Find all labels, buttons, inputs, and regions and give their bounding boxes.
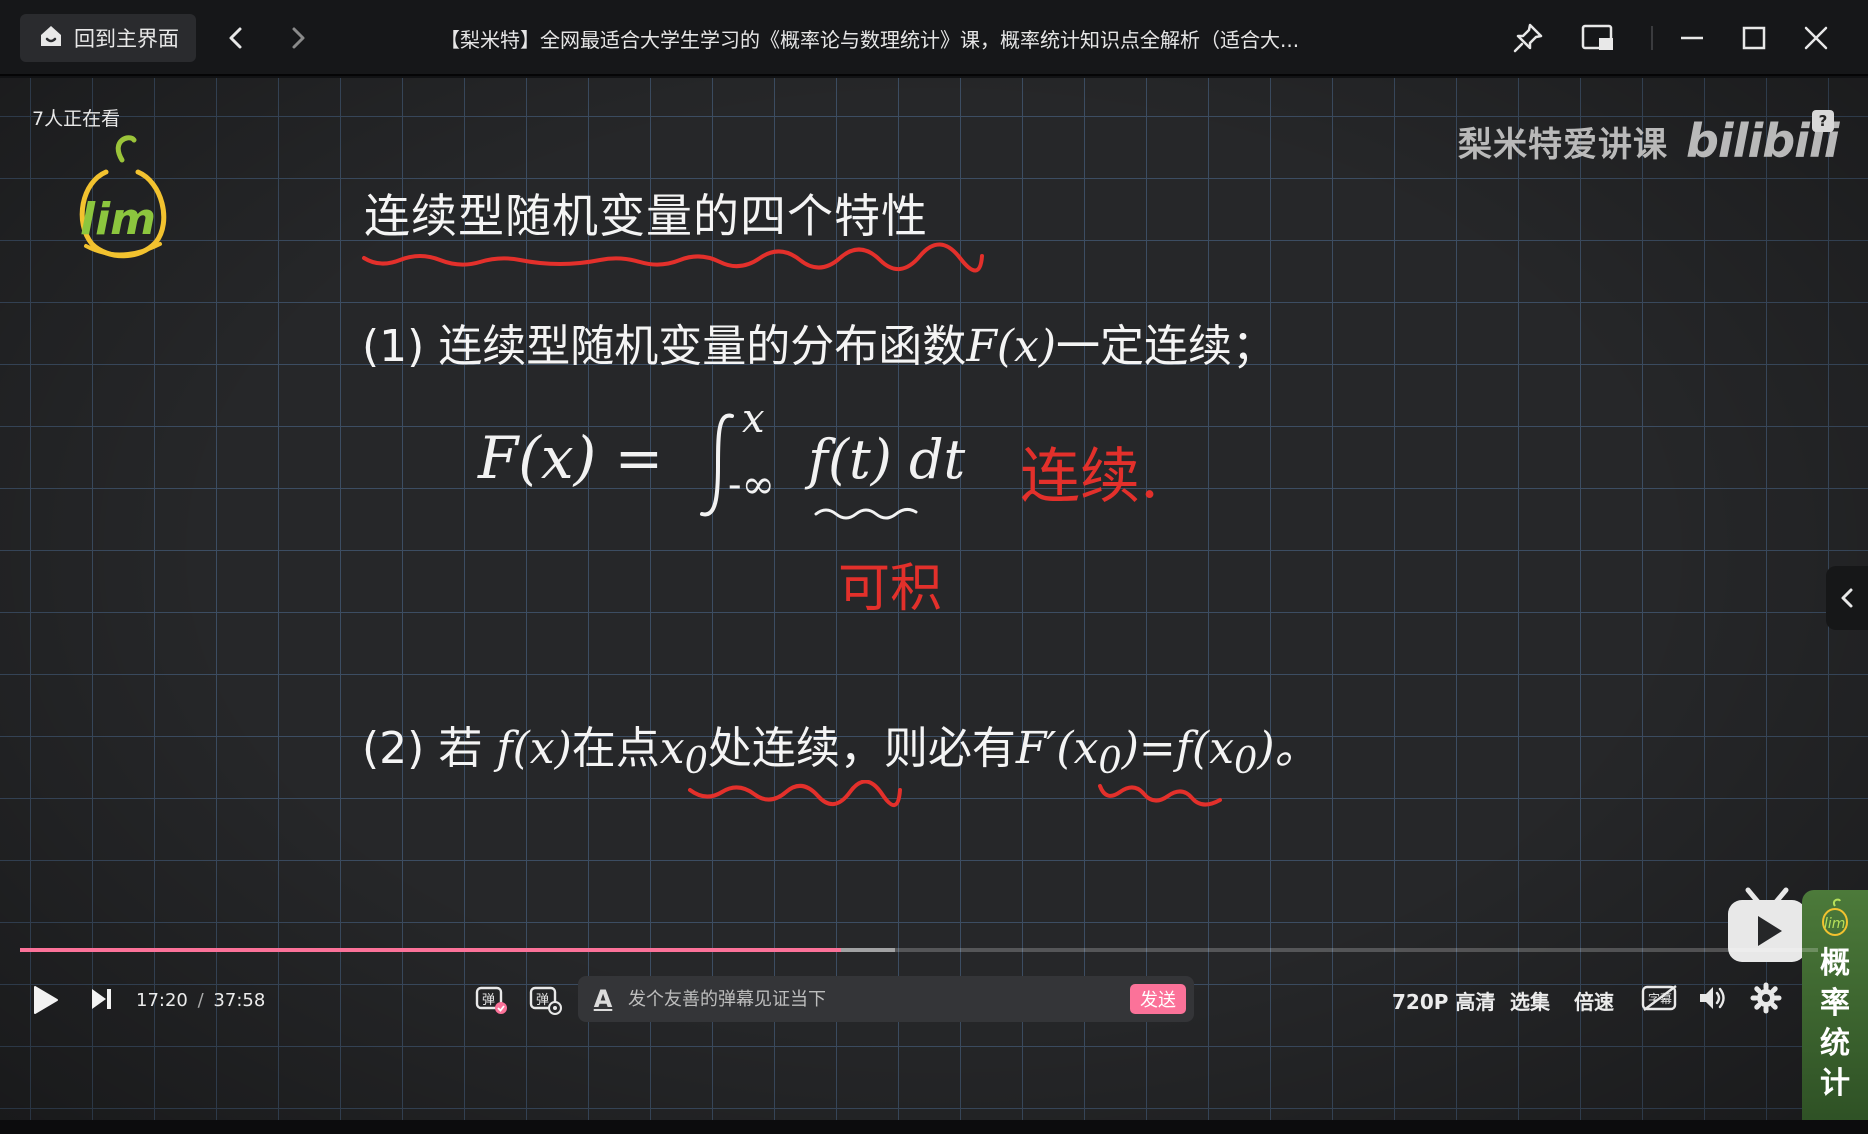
- chevron-right-icon: [292, 27, 305, 49]
- send-danmaku-button[interactable]: 发送: [1130, 984, 1186, 1014]
- text-style-icon[interactable]: A: [578, 985, 628, 1013]
- mini-player-button[interactable]: [1578, 18, 1618, 58]
- title-bar: 回到主界面 【梨米特】全网最适合大学生学习的《概率论与数理统计》课，概率统计知识…: [0, 0, 1868, 76]
- property-2-rhs-sub: 0: [1234, 738, 1258, 782]
- play-icon: [34, 986, 58, 1014]
- titlebar-divider: [1651, 26, 1653, 50]
- close-button[interactable]: [1796, 18, 1836, 58]
- gear-icon: [1750, 982, 1782, 1014]
- x0-underline-annotation: [688, 780, 902, 807]
- property-2-mid1: 在点: [571, 723, 660, 774]
- progress-played: [20, 948, 842, 952]
- current-time: 17:20: [136, 990, 188, 1011]
- integral-lower-limit: -∞: [728, 462, 775, 508]
- episodes-button[interactable]: 选集: [1510, 986, 1550, 1015]
- lim-logo: lim: [72, 132, 172, 266]
- property-2-x-sub: 0: [684, 738, 708, 782]
- property-2-mid2: 处连续，则必有: [707, 723, 1016, 774]
- property-2-x: x: [659, 723, 685, 774]
- property-2-f-of-x: f(x): [496, 723, 572, 774]
- property-2-prefix: (2) 若: [362, 723, 483, 774]
- integrand-underline-annotation: [814, 507, 918, 520]
- channel-watermark: 梨米特爱讲课 bilibili: [1458, 114, 1839, 168]
- property-2-end: )。: [1257, 723, 1319, 774]
- svg-text:lim: lim: [1824, 916, 1845, 932]
- minimize-button[interactable]: [1672, 18, 1712, 58]
- danmaku-input-box: A 发送: [578, 976, 1194, 1022]
- time-separator: /: [197, 990, 204, 1011]
- danmaku-on-icon: 弹: [475, 986, 507, 1014]
- danmaku-settings-button[interactable]: 弹: [528, 982, 562, 1016]
- speed-button[interactable]: 倍速: [1574, 986, 1614, 1015]
- note-continuous: 连续.: [1020, 442, 1160, 512]
- property-1: (1) 连续型随机变量的分布函数F(x)一定连续；: [362, 310, 1276, 374]
- danmaku-toggle-button[interactable]: 弹: [474, 982, 508, 1016]
- maximize-icon: [1742, 26, 1766, 50]
- home-icon: [38, 23, 64, 53]
- pin-button[interactable]: [1508, 18, 1548, 58]
- lim-mini-logo-icon: lim: [1822, 898, 1848, 936]
- picture-in-picture-icon: [1581, 24, 1613, 50]
- bilibili-tv-icon[interactable]: [1726, 886, 1808, 970]
- handwritten-formula-lhs: F(x) =: [478, 424, 664, 492]
- maximize-button[interactable]: [1734, 18, 1774, 58]
- help-icon[interactable]: ?: [1812, 110, 1834, 132]
- property-1-math: F(x): [966, 321, 1056, 372]
- pin-icon: [1513, 23, 1543, 53]
- minimize-icon: [1681, 36, 1703, 40]
- svg-text:弹: 弹: [482, 993, 495, 1008]
- svg-text:lim: lim: [80, 194, 156, 245]
- property-1-prefix: (1) 连续型随机变量的分布函数: [362, 321, 967, 372]
- close-icon: [1804, 26, 1828, 50]
- video-player[interactable]: 7人正在看 lim 梨米特爱讲课 bilibili ? 连续型随机变量的四个特性…: [0, 78, 1868, 1134]
- property-1-suffix: 一定连续；: [1056, 321, 1276, 372]
- next-button[interactable]: [88, 986, 114, 1012]
- property-2-derivative-sub: 0: [1098, 738, 1122, 782]
- watermark-text: 梨米特爱讲课: [1458, 124, 1668, 165]
- skip-next-icon: [92, 989, 111, 1009]
- quality-selector[interactable]: 720P 高清: [1392, 986, 1495, 1015]
- svg-text:弹: 弹: [536, 993, 549, 1008]
- danmaku-input[interactable]: [628, 976, 1130, 1022]
- back-button[interactable]: [216, 18, 256, 58]
- derivative-underline-annotation: [1098, 784, 1222, 807]
- integrand: f(t) dt: [808, 428, 966, 491]
- slide-heading: 连续型随机变量的四个特性: [364, 189, 928, 243]
- home-button-label: 回到主界面: [74, 27, 179, 51]
- progress-bar[interactable]: [20, 948, 1818, 952]
- window-title: 【梨米特】全网最适合大学生学习的《概率论与数理统计》课，概率统计知识点全解析（适…: [440, 28, 1300, 52]
- heading-underline-annotation: [362, 242, 984, 273]
- property-2: (2) 若 f(x)在点x0处连续，则必有F′(x0)=f(x0)。: [362, 712, 1319, 782]
- volume-button[interactable]: [1696, 982, 1728, 1014]
- note-integrable: 可积: [838, 559, 943, 619]
- chevron-left-icon: [1841, 588, 1853, 608]
- time-display: 17:20 / 37:58: [136, 990, 265, 1011]
- integral-upper-limit: x: [742, 396, 765, 442]
- property-2-derivative: F′(x: [1015, 723, 1099, 774]
- chevron-left-icon: [229, 27, 242, 49]
- play-button[interactable]: [30, 984, 60, 1016]
- bottom-edge: [0, 1120, 1868, 1134]
- volume-icon: [1700, 987, 1725, 1009]
- property-2-equals: )=f(x: [1121, 723, 1235, 774]
- danmaku-settings-icon: 弹: [529, 986, 562, 1015]
- subtitle-off-icon: 字幕: [1641, 985, 1677, 1011]
- subtitle-button[interactable]: 字幕: [1640, 982, 1680, 1014]
- player-controls: 17:20 / 37:58 弹 弹 A 发送 720P 高清 选集 倍速 字幕: [0, 960, 1868, 1036]
- duration: 37:58: [213, 990, 266, 1011]
- settings-button[interactable]: [1750, 982, 1782, 1014]
- forward-button[interactable]: [278, 18, 318, 58]
- viewer-count: 7人正在看: [32, 108, 121, 130]
- home-button[interactable]: 回到主界面: [20, 14, 196, 62]
- side-panel-toggle[interactable]: [1826, 566, 1868, 630]
